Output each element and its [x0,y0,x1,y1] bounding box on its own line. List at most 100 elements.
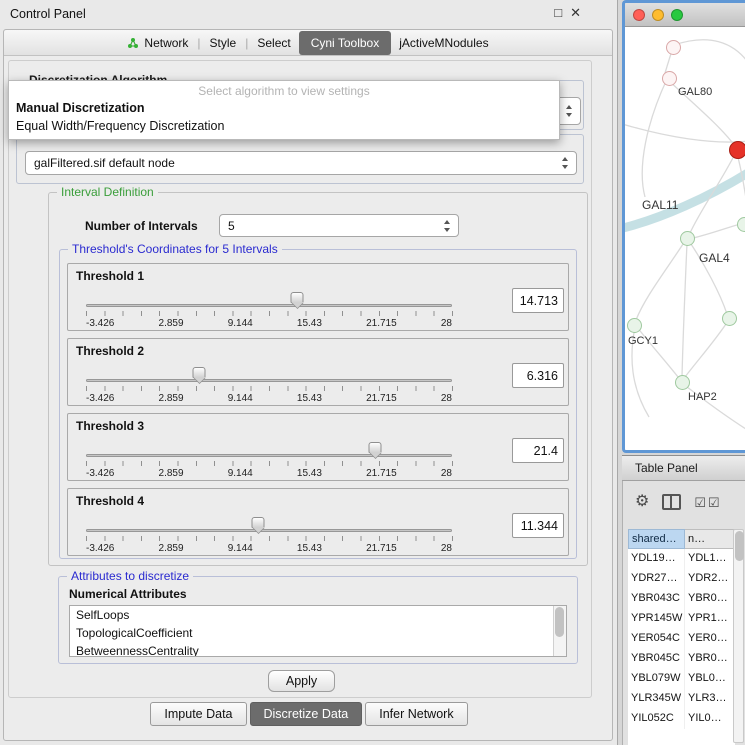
slider-scale: -3.426 2.859 9.144 15.43 21.715 28 [86,318,452,329]
list-scrollbar[interactable] [553,606,566,656]
threshold-4-slider[interactable]: -3.426 2.859 9.144 15.43 21.715 28 [86,515,452,557]
network-window-titlebar [625,3,745,27]
network-view-window: GAL80 GAL11 GAL4 GCY1 HAP2 [622,0,745,453]
cyni-bottom-tabs: Impute Data Discretize Data Infer Networ… [0,702,618,726]
network-node[interactable] [680,231,695,246]
network-canvas[interactable]: GAL80 GAL11 GAL4 GCY1 HAP2 [625,27,745,450]
tab-label: Select [257,36,290,50]
interval-definition-group: Interval Definition Number of Intervals … [48,192,588,566]
threshold-3-slider[interactable]: -3.426 2.859 9.144 15.43 21.715 28 [86,440,452,482]
close-traffic-light-icon[interactable] [633,9,645,21]
threshold-2-slider[interactable]: -3.426 2.859 9.144 15.43 21.715 28 [86,365,452,407]
dropdown-option-manual-discretization[interactable]: Manual Discretization [9,99,559,117]
network-node-selected[interactable] [729,141,745,159]
window-title: Control Panel [10,7,86,21]
control-panel-titlebar: Control Panel □ ✕ [0,0,617,27]
slider-thumb[interactable] [291,292,304,303]
table-row[interactable]: YER054CYER0… [628,629,735,649]
network-node[interactable] [722,311,737,326]
list-item-selfloops[interactable]: SelfLoops [70,606,566,624]
table-row[interactable]: YPR145WYPR1… [628,609,735,629]
table-data-select[interactable]: galFiltered.sif default node [25,151,577,175]
slider-scale: -3.426 2.859 9.144 15.43 21.715 28 [86,393,452,404]
slider-track [86,379,452,382]
table-panel-titlebar[interactable]: Table Panel [622,455,745,481]
numerical-attributes-label: Numerical Attributes [69,587,187,601]
table-row[interactable]: YBL079WYBL0… [628,669,735,689]
threshold-label: Threshold 3 [76,419,144,433]
node-label-gcy1[interactable]: GCY1 [628,335,658,347]
node-label-hap2[interactable]: HAP2 [688,391,717,403]
tab-jactivemnodules[interactable]: jActiveMNodules [391,32,496,54]
table-row[interactable]: YIL052CYIL0… [628,709,735,729]
tab-impute-data[interactable]: Impute Data [150,702,246,726]
number-of-intervals-value: 5 [228,219,235,233]
table-row[interactable]: YBR043CYBR0… [628,589,735,609]
attributes-to-discretize-group: Attributes to discretize Numerical Attri… [58,576,578,664]
table-row[interactable]: YDL19…YDL1… [628,549,735,569]
node-label-gal80[interactable]: GAL80 [678,86,712,98]
threshold-1-slider[interactable]: -3.426 2.859 9.144 15.43 21.715 28 [86,290,452,332]
combo-arrows-icon [443,220,452,232]
network-node[interactable] [737,217,745,232]
column-visibility-icons: ☑ ☑ [694,496,719,509]
tab-discretize-data[interactable]: Discretize Data [250,702,363,726]
table-header-row: shared… n… [628,529,735,549]
tab-style[interactable]: Style [202,32,245,54]
column-header-shared-name[interactable]: shared… [628,529,685,549]
node-label-gal4[interactable]: GAL4 [699,251,730,265]
network-node[interactable] [627,318,642,333]
table-scrollbar[interactable] [733,529,744,743]
threshold-coordinates-group: Threshold's Coordinates for 5 Intervals … [59,249,577,559]
list-item-betweennesscentrality[interactable]: BetweennessCentrality [70,642,566,657]
tab-infer-network[interactable]: Infer Network [365,702,467,726]
node-label-gal11[interactable]: GAL11 [642,198,678,212]
combo-arrows-icon [561,157,570,169]
table-row[interactable]: YDR27…YDR2… [628,569,735,589]
network-node[interactable] [662,71,677,86]
threshold-3-value-field[interactable]: 21.4 [512,438,564,463]
select-none-checkbox-icon[interactable]: ☑ [708,496,720,509]
threshold-label: Threshold 4 [76,494,144,508]
tab-network[interactable]: Network [119,32,196,54]
tab-label: Cyni Toolbox [311,36,379,50]
list-item-topologicalcoefficient[interactable]: TopologicalCoefficient [70,624,566,642]
slider-thumb[interactable] [369,442,382,453]
close-icon[interactable]: ✕ [570,6,581,19]
select-all-checkbox-icon[interactable]: ☑ [694,496,706,509]
threshold-4-value-field[interactable]: 11.344 [512,513,564,538]
settings-gear-icon[interactable]: ⚙ [635,494,649,510]
threshold-1-value-field[interactable]: 14.713 [512,288,564,313]
node-table: shared… n… YDL19…YDL1… YDR27…YDR2… YBR04… [628,529,735,745]
dropdown-prompt: Select algorithm to view settings [9,81,559,99]
float-window-icon[interactable]: □ [554,6,562,19]
scrollbar-thumb[interactable] [735,531,744,561]
tab-cyni-toolbox[interactable]: Cyni Toolbox [299,31,391,55]
table-row[interactable]: YBR045CYBR0… [628,649,735,669]
table-panel-window: ⚙ ☑ ☑ shared… n… YDL19…YDL1… YDR27…YDR2…… [622,481,745,745]
scrollbar-thumb[interactable] [555,607,564,637]
slider-thumb[interactable] [252,517,265,528]
network-node[interactable] [675,375,690,390]
columns-icon[interactable] [662,494,681,510]
number-of-intervals-select[interactable]: 5 [219,214,459,237]
slider-thumb[interactable] [193,367,206,378]
tab-select[interactable]: Select [249,32,298,54]
zoom-traffic-light-icon[interactable] [671,9,683,21]
table-toolbar: ⚙ ☑ ☑ [623,489,720,515]
slider-ticks [86,461,453,466]
threshold-2-value-field[interactable]: 6.316 [512,363,564,388]
table-data-value: galFiltered.sif default node [34,156,175,170]
threshold-2-panel: Threshold 2 -3.426 2.859 9.144 15.43 21.… [67,338,569,406]
table-panel-title: Table Panel [635,461,698,475]
threshold-4-panel: Threshold 4 -3.426 2.859 9.144 15.43 21.… [67,488,569,556]
slider-ticks [86,536,453,541]
column-header-name[interactable]: n… [685,529,735,549]
number-of-intervals-label: Number of Intervals [85,219,198,233]
combo-arrows-icon [565,105,574,117]
apply-button[interactable]: Apply [268,670,335,692]
network-node[interactable] [666,40,681,55]
table-row[interactable]: YLR345WYLR3… [628,689,735,709]
minimize-traffic-light-icon[interactable] [652,9,664,21]
dropdown-option-equal-width-frequency[interactable]: Equal Width/Frequency Discretization [9,117,559,139]
